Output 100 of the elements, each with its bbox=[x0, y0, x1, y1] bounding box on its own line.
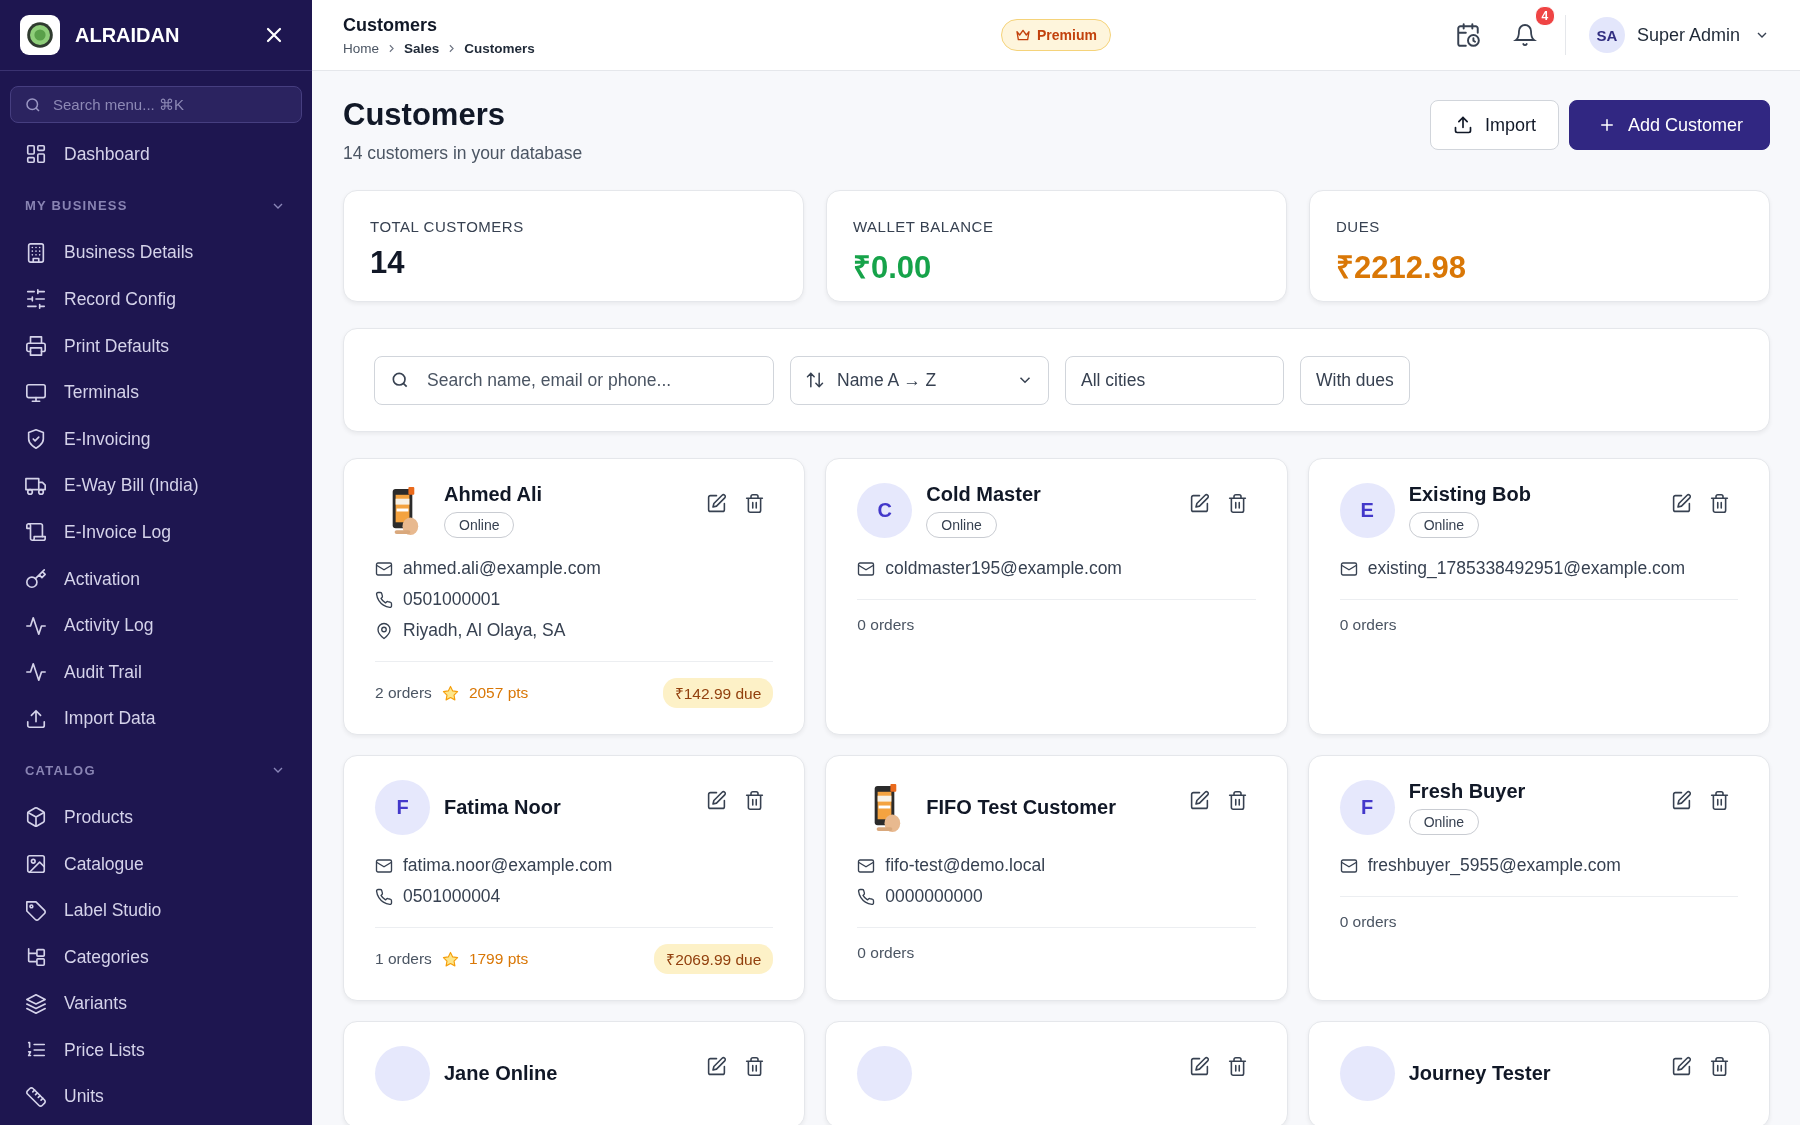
ruler-icon bbox=[25, 1086, 47, 1108]
phone-icon bbox=[857, 887, 876, 906]
section-label: CATALOG bbox=[25, 762, 96, 778]
customer-name: Existing Bob bbox=[1408, 483, 1531, 506]
sidebar-item[interactable]: E-Way Bill (India) bbox=[0, 462, 312, 510]
dues-filter-button[interactable]: With dues bbox=[1300, 355, 1410, 405]
sidebar-item[interactable]: Products bbox=[0, 794, 312, 841]
edit-icon[interactable] bbox=[1188, 493, 1210, 514]
monitor-icon bbox=[25, 381, 47, 404]
trash-icon[interactable] bbox=[1709, 790, 1730, 811]
sidebar-item[interactable]: Business Details bbox=[0, 229, 312, 277]
customer-phone: 0501000004 bbox=[403, 886, 501, 907]
customer-name: Fatima Noor bbox=[444, 796, 561, 819]
due-badge: ₹142.99 due bbox=[662, 678, 774, 708]
scroll-icon bbox=[25, 521, 47, 544]
premium-badge: Premium bbox=[1001, 19, 1111, 51]
mail-icon bbox=[857, 856, 876, 875]
import-button[interactable]: Import bbox=[1429, 100, 1559, 150]
trash-icon[interactable] bbox=[1226, 493, 1248, 514]
mail-icon bbox=[375, 559, 393, 578]
stat-value: 14 bbox=[370, 245, 406, 281]
trash-icon[interactable] bbox=[1709, 493, 1730, 514]
edit-icon[interactable] bbox=[1188, 1056, 1210, 1077]
brand-name: ALRAIDAN bbox=[75, 23, 181, 47]
sidebar-item[interactable]: Variants bbox=[0, 980, 312, 1028]
user-menu[interactable]: SA Super Admin bbox=[1588, 17, 1770, 53]
customer-name: Fresh Buyer bbox=[1408, 780, 1526, 803]
sliders-icon bbox=[25, 288, 47, 311]
breadcrumb-link[interactable]: Home bbox=[343, 40, 379, 56]
edit-icon[interactable] bbox=[706, 1056, 728, 1077]
edit-icon[interactable] bbox=[706, 790, 728, 811]
trash-icon[interactable] bbox=[744, 493, 766, 514]
trash-icon[interactable] bbox=[1709, 1056, 1730, 1077]
due-badge: ₹2069.99 due bbox=[654, 944, 774, 974]
pulse-icon bbox=[25, 661, 47, 684]
city-dropdown[interactable]: All cities bbox=[1065, 355, 1284, 405]
sidebar-item[interactable]: Record Config bbox=[0, 276, 312, 323]
sidebar-item[interactable]: Dashboard bbox=[0, 131, 312, 178]
section-label: MY BUSINESS bbox=[25, 198, 128, 214]
sort-dropdown[interactable]: Name A → Z bbox=[790, 355, 1049, 405]
pulse-icon bbox=[25, 614, 47, 637]
customer-email: existing_1785338492951@example.com bbox=[1367, 558, 1686, 579]
stat-value: ₹2212.98 bbox=[1336, 249, 1468, 287]
sidebar-item[interactable]: Audit Trail bbox=[0, 648, 312, 696]
sidebar-item[interactable]: Activity Log bbox=[0, 602, 312, 649]
sidebar-item[interactable]: Price Lists bbox=[0, 1027, 312, 1074]
sidebar-item[interactable]: Catalogue bbox=[0, 840, 312, 888]
tag-icon bbox=[25, 899, 47, 922]
customer-name: Ahmed Ali bbox=[444, 483, 543, 506]
mail-icon bbox=[1339, 559, 1358, 578]
trash-icon[interactable] bbox=[1226, 1056, 1248, 1077]
sidebar-item[interactable]: Print Defaults bbox=[0, 322, 312, 370]
sidebar-item[interactable]: E-Invoice Log bbox=[0, 509, 312, 556]
mail-icon bbox=[857, 559, 876, 578]
stat-label: DUES bbox=[1336, 218, 1381, 235]
edit-icon[interactable] bbox=[1671, 493, 1692, 514]
edit-icon[interactable] bbox=[1671, 1056, 1692, 1077]
star-icon bbox=[441, 950, 459, 968]
bell-icon[interactable] bbox=[1512, 23, 1537, 47]
sidebar-item[interactable]: Units bbox=[0, 1073, 312, 1121]
tree-icon bbox=[25, 946, 47, 969]
loyalty-points: 1799 pts bbox=[468, 950, 529, 968]
edit-icon[interactable] bbox=[1671, 790, 1692, 811]
trash-icon[interactable] bbox=[1226, 790, 1248, 811]
search-field[interactable]: Search name, email or phone... bbox=[374, 355, 774, 405]
box-icon bbox=[25, 806, 47, 829]
trash-icon[interactable] bbox=[744, 1056, 766, 1077]
avatar: F bbox=[1339, 780, 1395, 835]
sidebar-item[interactable]: E-Invoicing bbox=[0, 415, 312, 463]
customer-name: Cold Master bbox=[926, 483, 1041, 506]
upload-icon bbox=[1452, 115, 1473, 135]
mail-icon bbox=[1339, 856, 1358, 875]
menu-search-field[interactable]: Search menu... ⌘K bbox=[10, 86, 302, 123]
breadcrumb-link[interactable]: Customers bbox=[464, 40, 535, 56]
stat-value: ₹0.00 bbox=[853, 249, 933, 287]
location-pin-icon bbox=[375, 621, 393, 640]
printer-icon bbox=[25, 335, 47, 358]
calendar-clock-icon[interactable] bbox=[1454, 22, 1481, 48]
breadcrumb-link[interactable]: Sales bbox=[404, 40, 440, 56]
avatar: F bbox=[375, 780, 430, 835]
order-count: 0 orders bbox=[857, 616, 915, 634]
notification-count: 4 bbox=[1534, 6, 1555, 26]
page-heading: Customers bbox=[343, 97, 506, 133]
trash-icon[interactable] bbox=[744, 790, 766, 811]
sidebar-item[interactable]: Activation bbox=[0, 555, 312, 603]
sidebar-item[interactable]: Terminals bbox=[0, 369, 312, 416]
layers-icon bbox=[25, 992, 47, 1015]
add-button[interactable]: Add Customer bbox=[1568, 100, 1770, 150]
key-icon bbox=[25, 568, 47, 591]
customer-address: Riyadh, Al Olaya, SA bbox=[403, 620, 566, 641]
sidebar-item[interactable]: Label Studio bbox=[0, 887, 312, 934]
order-count: 0 orders bbox=[1339, 616, 1397, 634]
stat-label: TOTAL CUSTOMERS bbox=[370, 218, 525, 235]
edit-icon[interactable] bbox=[1188, 790, 1210, 811]
sidebar-item[interactable]: Categories bbox=[0, 933, 312, 981]
sort-icon bbox=[805, 370, 825, 390]
customer-phone: 0000000000 bbox=[885, 886, 983, 907]
edit-icon[interactable] bbox=[706, 493, 728, 514]
sidebar-item[interactable]: Import Data bbox=[0, 695, 312, 743]
user-avatar: SA bbox=[1588, 17, 1625, 53]
